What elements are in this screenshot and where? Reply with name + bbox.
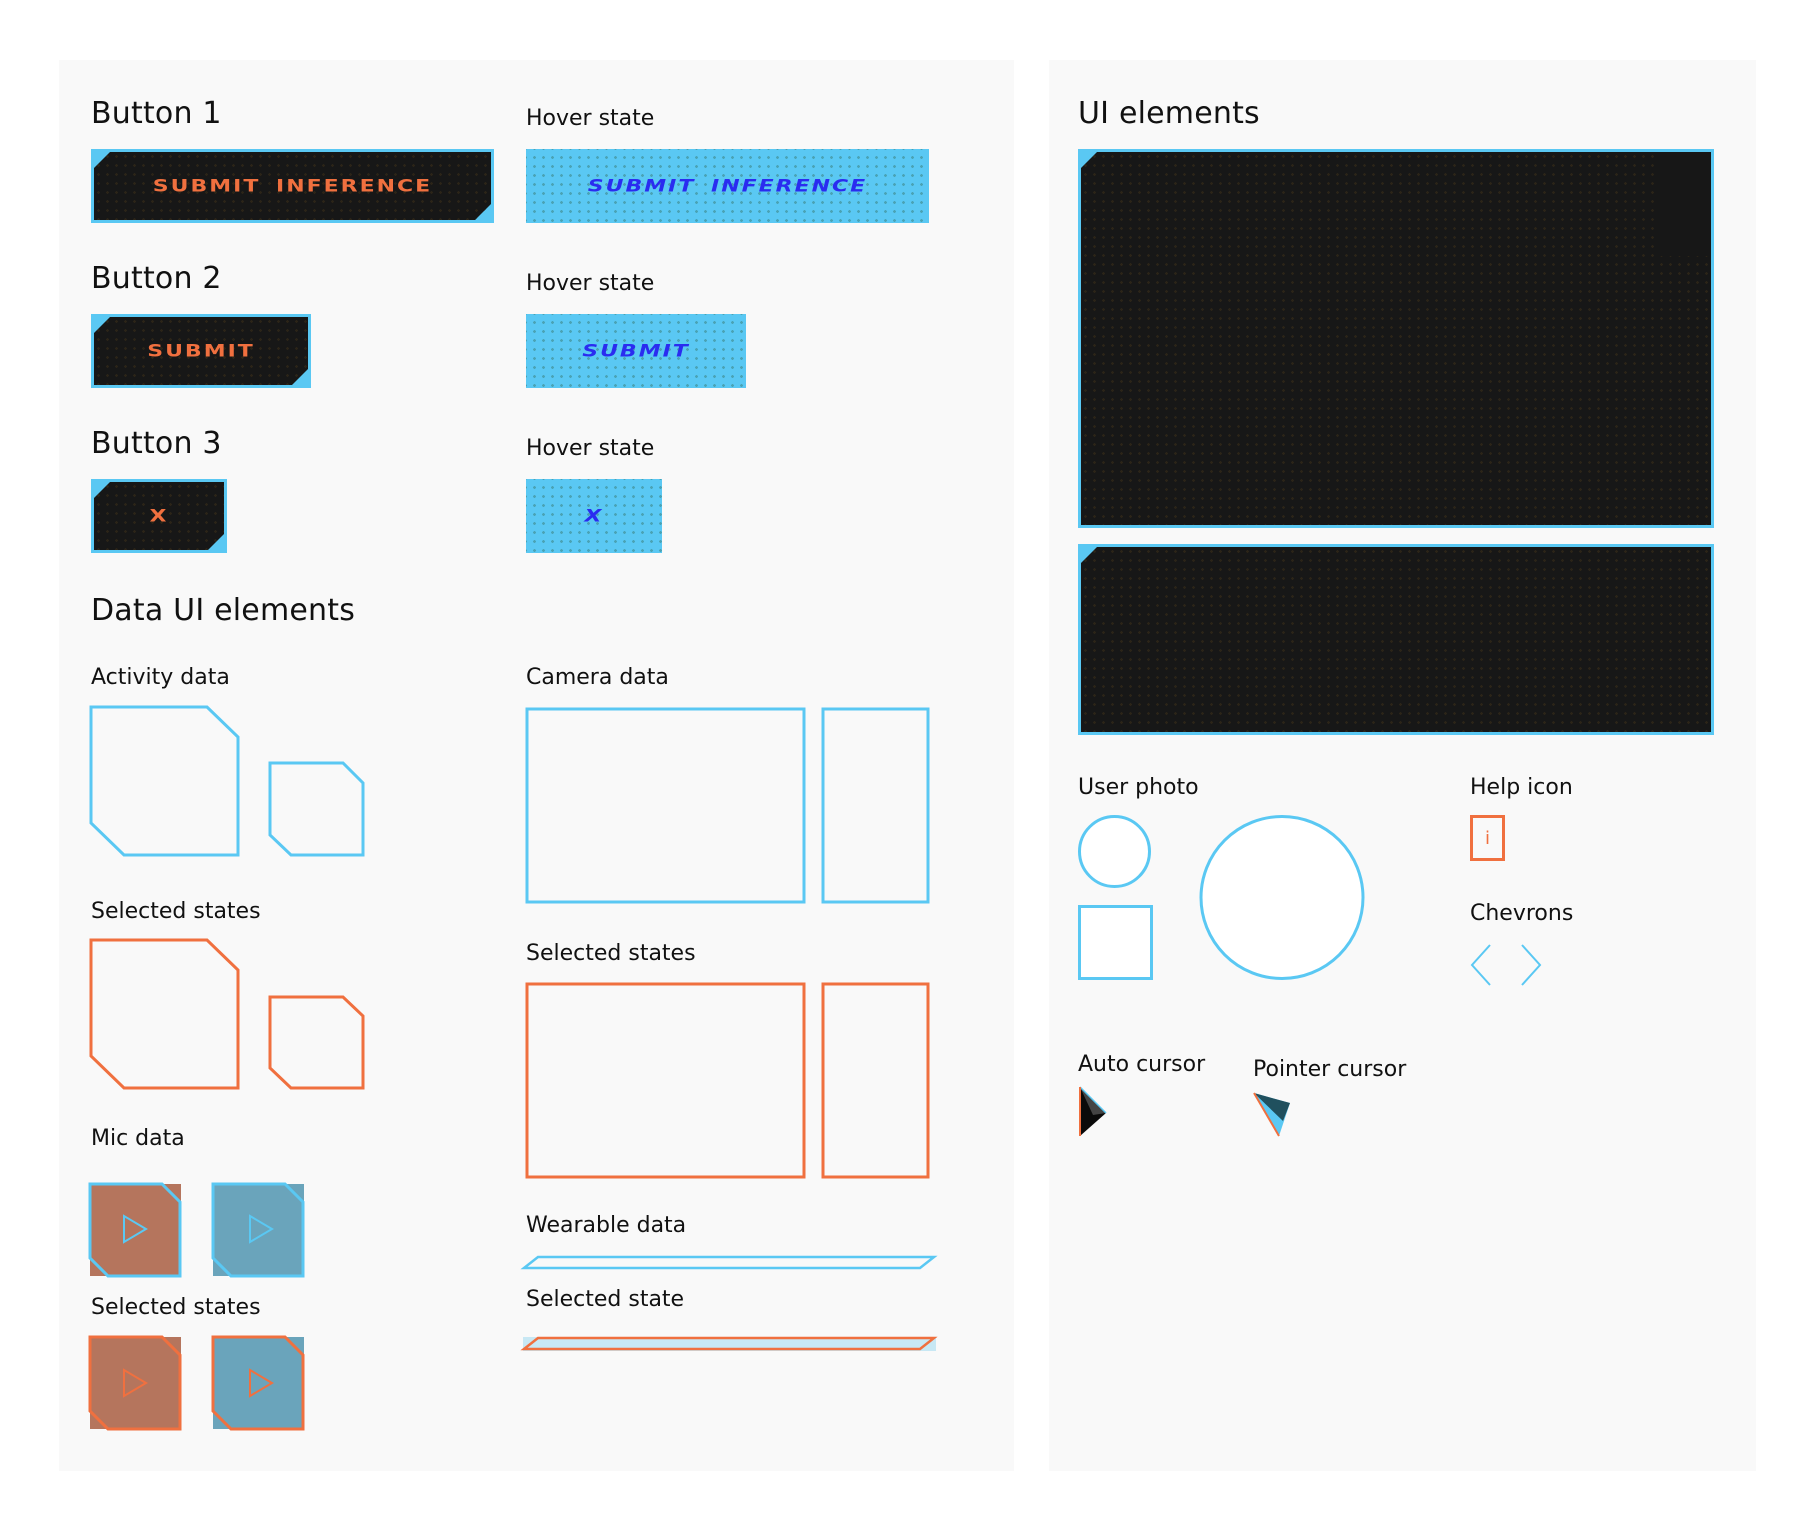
user-photo-square[interactable] bbox=[1078, 905, 1153, 980]
submit-inference-button-hover[interactable]: SUBMIT INFERENCE bbox=[526, 149, 929, 223]
dark-panel-small bbox=[1078, 544, 1714, 735]
mic-tile-brown-selected[interactable] bbox=[88, 1335, 182, 1431]
user-photo-small-circle[interactable] bbox=[1078, 815, 1151, 888]
submit-inference-button[interactable]: SUBMIT INFERENCE bbox=[91, 149, 494, 223]
mic-tile-steel[interactable] bbox=[211, 1182, 305, 1278]
help-icon-glyph: i bbox=[1484, 827, 1490, 849]
mic-tile-steel-selected[interactable] bbox=[211, 1335, 305, 1431]
user-photo-title: User photo bbox=[1078, 775, 1199, 800]
button1-hover-title: Hover state bbox=[526, 106, 655, 131]
user-photo-large-circle[interactable] bbox=[1199, 815, 1365, 980]
submit-label: SUBMIT bbox=[147, 341, 255, 361]
help-icon-title: Help icon bbox=[1470, 775, 1573, 800]
auto-cursor-title: Auto cursor bbox=[1078, 1052, 1206, 1077]
submit-hover-label: SUBMIT bbox=[582, 341, 690, 361]
camera-selected-title: Selected states bbox=[526, 941, 696, 966]
close-hover-label: X bbox=[584, 506, 604, 526]
pointer-cursor-title: Pointer cursor bbox=[1253, 1057, 1407, 1082]
submit-button[interactable]: SUBMIT bbox=[91, 314, 311, 388]
dark-panel-large bbox=[1078, 149, 1714, 528]
button3-title: Button 3 bbox=[91, 426, 222, 461]
submit-inference-hover-label: SUBMIT INFERENCE bbox=[587, 176, 868, 196]
data-section-title: Data UI elements bbox=[91, 593, 356, 628]
activity-title: Activity data bbox=[91, 665, 230, 690]
chevrons-title: Chevrons bbox=[1470, 901, 1574, 926]
close-label: X bbox=[149, 506, 169, 526]
cursors bbox=[1079, 1086, 1290, 1137]
button1-title: Button 1 bbox=[91, 96, 222, 131]
mic-tile-brown[interactable] bbox=[88, 1182, 182, 1278]
button3-hover-title: Hover state bbox=[526, 436, 655, 461]
close-button[interactable]: X bbox=[91, 479, 227, 553]
activity-selected-title: Selected states bbox=[91, 899, 261, 924]
help-icon[interactable]: i bbox=[1470, 815, 1505, 861]
wearable-selected-title: Selected state bbox=[526, 1287, 685, 1312]
button2-hover-title: Hover state bbox=[526, 271, 655, 296]
close-button-hover[interactable]: X bbox=[526, 479, 662, 553]
wearable-title: Wearable data bbox=[526, 1213, 687, 1238]
camera-title: Camera data bbox=[526, 665, 669, 690]
submit-inference-label: SUBMIT INFERENCE bbox=[152, 176, 433, 196]
submit-button-hover[interactable]: SUBMIT bbox=[526, 314, 746, 388]
ui-elements-title: UI elements bbox=[1078, 96, 1260, 131]
mic-selected-title: Selected states bbox=[91, 1295, 261, 1320]
mic-title: Mic data bbox=[91, 1126, 185, 1151]
button2-title: Button 2 bbox=[91, 261, 222, 296]
